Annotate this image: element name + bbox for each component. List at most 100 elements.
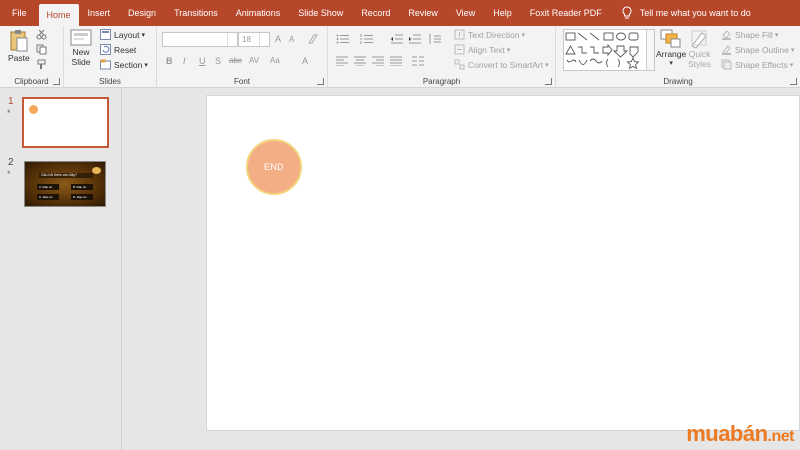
shape-effects-label: Shape Effects (735, 59, 788, 70)
align-text-button[interactable]: Align Text ▾ (454, 44, 510, 55)
thumbnail-2-decoration (92, 167, 101, 174)
character-spacing-button[interactable]: AV (249, 56, 259, 65)
section-icon (100, 59, 111, 70)
font-name-dropdown[interactable] (227, 33, 237, 46)
arrange-button[interactable]: Arrange ▾ (656, 29, 686, 67)
font-name-combo[interactable] (162, 32, 238, 47)
cut-icon[interactable] (36, 29, 47, 40)
answer-d-text: D: Đáp án (73, 195, 87, 199)
new-slide-label-2: Slide (71, 57, 91, 67)
new-slide-label-1: New (72, 47, 90, 57)
decrease-indent-icon[interactable] (390, 34, 404, 44)
tab-foxit-reader-pdf[interactable]: Foxit Reader PDF (521, 0, 611, 26)
shrink-font-button[interactable]: A (289, 35, 294, 44)
slide-number-1: 1 (8, 96, 14, 107)
reset-button[interactable]: Reset (100, 44, 136, 55)
slides-group-label: Slides (99, 77, 121, 86)
font-size-combo[interactable]: 18 (238, 32, 270, 47)
reset-icon (100, 44, 111, 55)
underline-button[interactable]: U (199, 56, 206, 66)
tab-design[interactable]: Design (119, 0, 165, 26)
font-size-dropdown[interactable] (259, 33, 269, 46)
shape-effects-button[interactable]: Shape Effects ▾ (721, 59, 793, 70)
end-button-label: END (264, 162, 284, 172)
watermark-main: muabán (686, 421, 768, 446)
answer-a-text: A: Đáp án (39, 185, 53, 189)
slide-thumbnail-1[interactable] (22, 97, 109, 148)
grow-font-button[interactable]: A (275, 34, 281, 44)
shapes-gallery[interactable] (563, 29, 655, 71)
text-direction-button[interactable]: Text Direction ▾ (454, 29, 525, 40)
shape-effects-icon (721, 59, 732, 70)
thumbnail-1-end-circle (29, 105, 38, 114)
shape-outline-icon (722, 45, 731, 55)
new-slide-button[interactable]: New Slide (70, 29, 92, 67)
shape-outline-button[interactable]: Shape Outline ▾ (721, 44, 794, 55)
columns-icon[interactable] (412, 56, 424, 66)
tab-transitions[interactable]: Transitions (165, 0, 227, 26)
smartart-icon (454, 59, 465, 70)
shape-outline-label: Shape Outline (735, 44, 789, 55)
quick-styles-button[interactable]: Quick Styles (688, 29, 711, 69)
shapes-gallery-scroll[interactable] (646, 30, 654, 70)
change-case-button[interactable]: Aa (270, 56, 280, 65)
section-label: Section (114, 59, 143, 70)
answer-b-text: B: Đáp án (73, 185, 87, 189)
quick-styles-icon (690, 30, 707, 49)
font-size-value: 18 (242, 35, 251, 44)
font-group-label: Font (233, 77, 250, 86)
tab-animations[interactable]: Animations (227, 0, 290, 26)
tab-slide-show[interactable]: Slide Show (289, 0, 352, 26)
tab-view[interactable]: View (447, 0, 484, 26)
tell-me-search[interactable]: Tell me what you want to do (621, 0, 751, 26)
text-shadow-button[interactable]: S (215, 56, 221, 66)
align-center-icon[interactable] (354, 56, 366, 66)
paste-button[interactable]: Paste (8, 29, 30, 63)
slide-thumbnail-2[interactable]: Câu hỏi thêm vào đây? A: Đáp án B: Đáp á… (24, 161, 106, 207)
group-paragraph: Text Direction ▾ Align Text ▾ Convert to S… (328, 26, 556, 88)
tab-insert[interactable]: Insert (79, 0, 120, 26)
thumbnail-2-question: Câu hỏi thêm vào đây? (41, 173, 77, 177)
increase-indent-icon[interactable] (408, 34, 422, 44)
paragraph-dialog-launcher[interactable] (545, 78, 552, 85)
copy-icon[interactable] (36, 44, 47, 55)
font-dialog-launcher[interactable] (317, 78, 324, 85)
section-button[interactable]: Section ▾ (100, 59, 148, 70)
tab-home[interactable]: Home (38, 4, 79, 26)
end-button-shape[interactable]: END (246, 139, 302, 195)
convert-smartart-button[interactable]: Convert to SmartArt ▾ (454, 59, 549, 70)
clear-formatting-icon[interactable] (307, 34, 319, 45)
slide-canvas[interactable]: END (206, 95, 800, 431)
layout-button[interactable]: Layout ▾ (100, 29, 145, 40)
align-right-icon[interactable] (372, 56, 384, 66)
bullets-icon[interactable] (336, 34, 350, 44)
tab-review[interactable]: Review (399, 0, 447, 26)
drawing-dialog-launcher[interactable] (790, 78, 797, 85)
clipboard-dialog-launcher[interactable] (53, 78, 60, 85)
line-spacing-icon[interactable] (428, 34, 442, 44)
align-text-icon (454, 44, 465, 55)
bold-button[interactable]: B (166, 56, 173, 66)
shape-fill-icon (722, 30, 731, 40)
tab-help[interactable]: Help (484, 0, 521, 26)
powerpoint-window: File Home Insert Design Transitions Anim… (0, 0, 800, 450)
shape-fill-button[interactable]: Shape Fill ▾ (721, 29, 778, 40)
layout-icon (100, 29, 111, 40)
convert-smartart-label: Convert to SmartArt (468, 59, 544, 70)
thumbnail-2-answer-c: C: Đáp án (37, 194, 59, 200)
thumbnail-2-answer-d: D: Đáp án (71, 194, 93, 200)
align-text-label: Align Text (468, 44, 505, 55)
justify-icon[interactable] (390, 56, 402, 66)
tab-file[interactable]: File (0, 0, 39, 26)
italic-button[interactable]: I (183, 56, 186, 66)
slide-editing-area: END (123, 88, 800, 450)
new-slide-icon (70, 29, 92, 46)
strikethrough-button[interactable]: abc (229, 56, 242, 65)
align-left-icon[interactable] (336, 56, 348, 66)
group-slides: New Slide Layout ▾ Reset Section ▾ Slides (64, 26, 157, 88)
font-color-button[interactable]: A (302, 56, 308, 66)
format-painter-icon[interactable] (36, 59, 47, 70)
shapes-gallery-icons (565, 32, 640, 70)
tab-record[interactable]: Record (352, 0, 399, 26)
numbering-icon[interactable] (360, 34, 374, 44)
